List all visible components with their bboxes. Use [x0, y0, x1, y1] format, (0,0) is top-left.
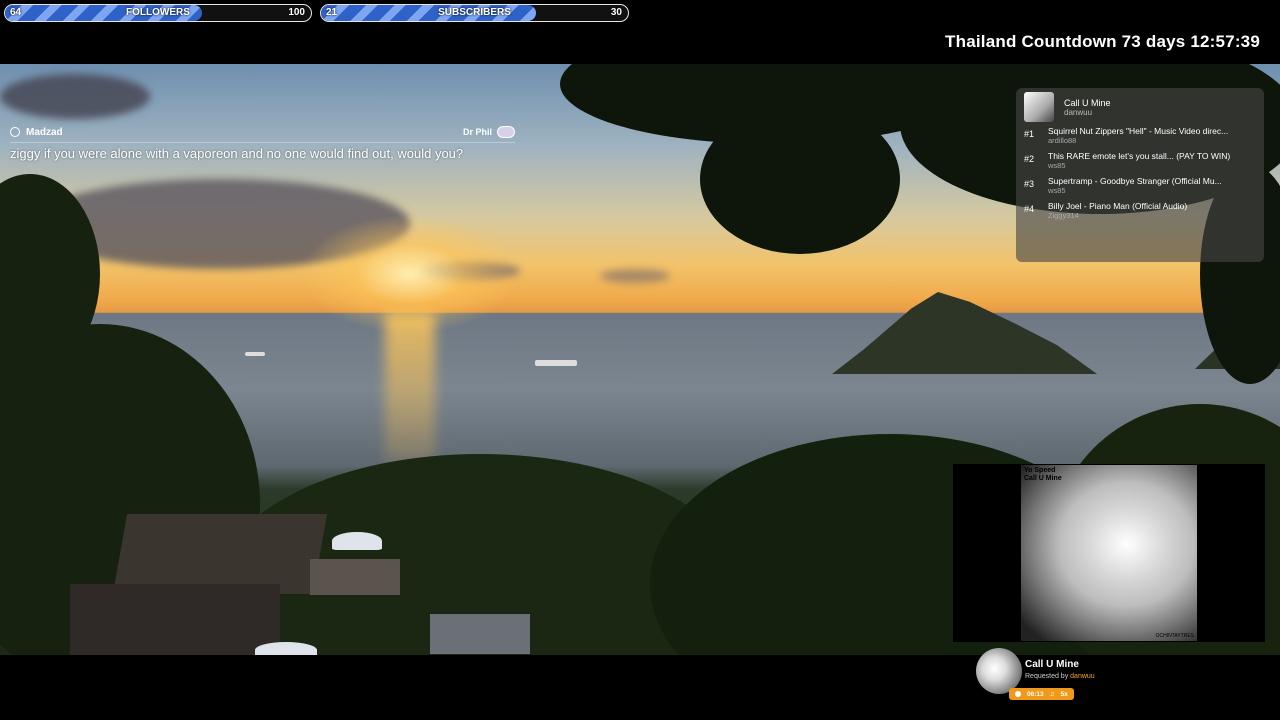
- stream-overlay: 64 FOLLOWERS 100 21 SUBSCRIBERS 30 Thail…: [0, 0, 1280, 720]
- cloud: [0, 74, 150, 119]
- foliage: [700, 104, 900, 254]
- followers-label: FOLLOWERS: [126, 7, 190, 18]
- queue-item-requester: ws85: [1048, 186, 1066, 195]
- house-roof: [70, 584, 280, 655]
- house-roof: [112, 514, 328, 594]
- queue-item: #3 Supertramp - Goodbye Stranger (Offici…: [1024, 176, 1256, 201]
- chat-header: Madzad Dr Phil: [10, 126, 515, 143]
- queue-item-requester: ardillo88: [1048, 136, 1077, 145]
- subscribers-target: 30: [610, 7, 622, 18]
- queue-item: #4 Billy Joel - Piano Man (Official Audi…: [1024, 201, 1256, 226]
- followers-goal-bar: 64 FOLLOWERS 100: [4, 4, 312, 22]
- yacht: [535, 360, 577, 366]
- album-label: OCHINTAYTRES: [1155, 633, 1194, 639]
- music-note-icon: ♫: [1049, 690, 1055, 698]
- album-cover: Yo Speed Call U Mine OCHINTAYTRES: [1021, 465, 1197, 641]
- sun-reflection: [385, 312, 435, 462]
- now-playing-widget: Call U Mine Requested by danwuu 06:13 ♫ …: [976, 648, 1176, 704]
- clock-icon: [1015, 691, 1021, 697]
- island: [832, 292, 1097, 374]
- queue-item: #1 Squirrel Nut Zippers "Hell" - Music V…: [1024, 126, 1256, 151]
- chat-tag: Dr Phil: [463, 126, 515, 138]
- album-artist: Yo Speed: [1024, 467, 1056, 474]
- balcony: [310, 559, 400, 595]
- album-thumbnail: [1024, 92, 1054, 122]
- badge-icon: [497, 126, 515, 138]
- requested-by-label: Requested by: [1025, 673, 1069, 680]
- queue-item-title: Squirrel Nut Zippers "Hell" - Music Vide…: [1048, 126, 1229, 136]
- boat: [245, 352, 265, 356]
- subscribers-goal-bar: 21 SUBSCRIBERS 30: [320, 4, 629, 22]
- queue-item-title: Billy Joel - Piano Man (Official Audio): [1048, 201, 1188, 211]
- now-playing-title: Call U Mine: [1025, 659, 1079, 670]
- umbrella: [332, 532, 382, 550]
- album-title: Call U Mine: [1024, 475, 1062, 482]
- queue-now-requester: danwuu: [1064, 107, 1093, 117]
- queue-item-requester: Ziggy314: [1048, 211, 1079, 220]
- playback-info-pill: 06:13 ♫ 5x: [1009, 688, 1074, 700]
- playback-time: 06:13: [1027, 690, 1044, 698]
- rock: [430, 614, 530, 654]
- subscribers-label: SUBSCRIBERS: [438, 7, 511, 18]
- chat-message: Madzad Dr Phil ziggy if you were alone w…: [10, 126, 515, 161]
- queue-item-number: #4: [1024, 204, 1035, 214]
- queue-now-title: Call U Mine: [1064, 97, 1111, 108]
- play-count: 5x: [1060, 690, 1068, 698]
- now-playing-request: Requested by danwuu: [1025, 673, 1095, 680]
- queue-item-requester: ws85: [1048, 161, 1066, 170]
- chat-tag-label: Dr Phil: [462, 127, 492, 137]
- queue-now-playing: Call U Mine danwuu: [1016, 88, 1264, 126]
- chat-user: Madzad: [10, 127, 63, 138]
- queue-item-number: #3: [1024, 179, 1035, 189]
- chat-message-text: ziggy if you were alone with a vaporeon …: [10, 146, 464, 161]
- queue-item-title: Supertramp - Goodbye Stranger (Official …: [1048, 176, 1222, 186]
- queue-item-title: This RARE emote let's you stall... (PAY …: [1048, 151, 1231, 161]
- queue-item-number: #1: [1024, 129, 1035, 139]
- queue-list: #1 Squirrel Nut Zippers "Hell" - Music V…: [1016, 126, 1264, 226]
- umbrella: [255, 642, 317, 655]
- cloud: [600, 269, 670, 283]
- requester-name: danwuu: [1070, 673, 1095, 680]
- song-queue-panel: Call U Mine danwuu #1 Squirrel Nut Zippe…: [1016, 88, 1264, 262]
- chat-username: Madzad: [26, 126, 63, 138]
- queue-item-number: #2: [1024, 154, 1035, 164]
- user-icon: [10, 127, 20, 137]
- followers-target: 100: [288, 7, 305, 18]
- countdown-text: Thailand Countdown 73 days 12:57:39: [945, 32, 1260, 51]
- queue-item: #2 This RARE emote let's you stall... (P…: [1024, 151, 1256, 176]
